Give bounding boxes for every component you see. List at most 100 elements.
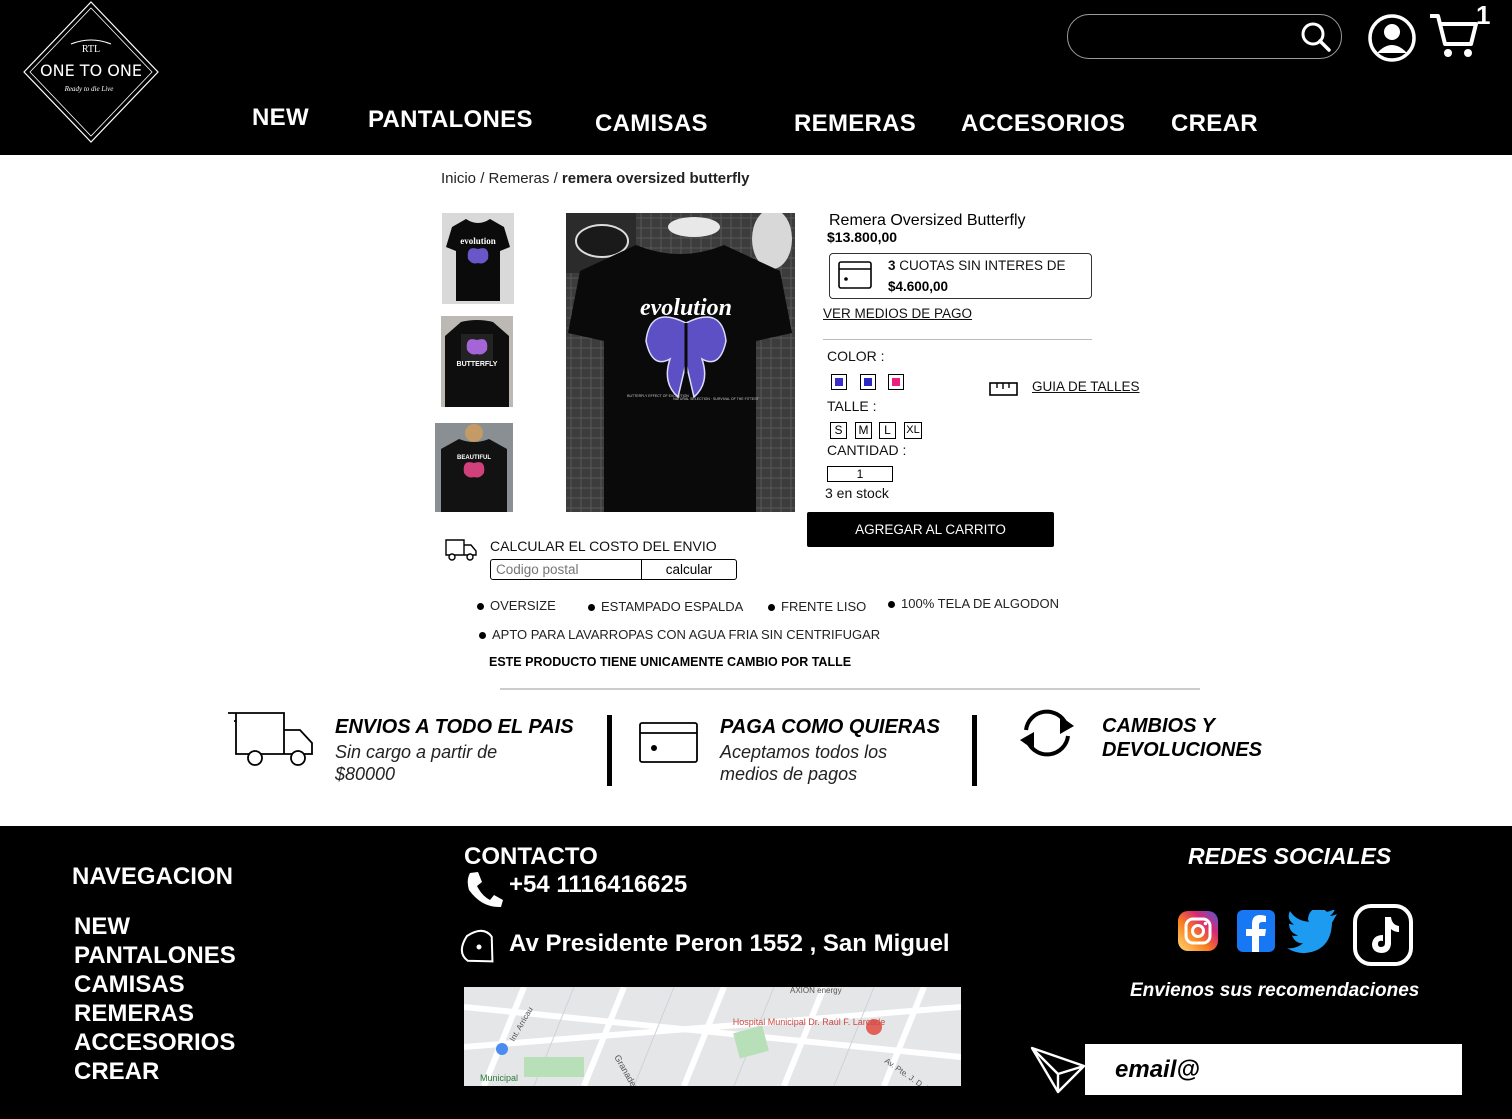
location-pin-icon: [460, 929, 494, 963]
refresh-arrows-icon: [1020, 709, 1074, 757]
breadcrumb-separator: /: [549, 170, 562, 187]
cart-icon[interactable]: [1428, 12, 1480, 60]
quantity-input[interactable]: [827, 466, 893, 482]
search-bar[interactable]: [1067, 14, 1342, 59]
size-option-xl[interactable]: XL: [904, 422, 922, 439]
color-swatch[interactable]: [888, 374, 904, 390]
size-option-m[interactable]: M: [855, 422, 872, 439]
map-image: Hospital Municipal Dr. Raúl F. Larcade G…: [464, 987, 961, 1086]
contact-address: Av Presidente Peron 1552 , San Miguel: [509, 930, 950, 957]
contact-phone[interactable]: +54 1116416625: [509, 871, 687, 899]
payment-methods-link[interactable]: VER MEDIOS DE PAGO: [823, 306, 972, 321]
delivery-truck-icon: [445, 539, 477, 561]
thumbnail-3[interactable]: BEAUTIFUL: [435, 423, 513, 512]
tshirt-model-back-image: BEAUTIFUL: [435, 423, 513, 512]
brand-logo[interactable]: RTL ONE TO ONE Ready to die Live: [0, 0, 183, 155]
nav-accesorios[interactable]: ACCESORIOS: [961, 110, 1125, 138]
site-footer: NAVEGACION NEW PANTALONES CAMISAS REMERA…: [0, 826, 1512, 1119]
footer-nav-pantalones[interactable]: PANTALONES: [74, 942, 236, 970]
credit-card-icon: [838, 261, 872, 289]
benefit-separator: [607, 715, 612, 786]
installments-count: 3: [888, 258, 896, 273]
stock-text: 3 en stock: [825, 485, 889, 501]
feature-item: OVERSIZE: [477, 598, 556, 613]
thumb-word: evolution: [460, 236, 496, 246]
product-price: $13.800,00: [827, 229, 898, 245]
site-header: RTL ONE TO ONE Ready to die Live NEW PAN…: [0, 0, 1512, 155]
size-label: TALLE :: [827, 398, 877, 414]
logo-diamond-icon: RTL ONE TO ONE Ready to die Live: [23, 1, 159, 143]
quantity-label: CANTIDAD :: [827, 442, 907, 458]
calculate-shipping-button[interactable]: calcular: [642, 560, 736, 579]
installments-label: CUOTAS SIN INTERES DE: [895, 258, 1066, 273]
color-label: COLOR :: [827, 348, 885, 364]
user-account-icon[interactable]: [1366, 13, 1418, 63]
benefit-title: ENVIOS A TODO EL PAIS: [335, 716, 574, 738]
breadcrumb-current: remera oversized butterfly: [561, 170, 750, 187]
cart-count-badge: 1: [1476, 0, 1491, 30]
feature-item: 100% TELA DE ALGODON: [888, 596, 1059, 611]
main-print-caption: NATURAL SELECTION · SURVIVAL OF THE FITT…: [673, 397, 759, 401]
breadcrumb-category[interactable]: Remeras: [489, 170, 550, 187]
benefit-title: PAGA COMO QUIERAS: [720, 716, 941, 738]
newsletter-text: Envienos sus recomendaciones: [1130, 980, 1420, 1001]
benefit-subtitle: Sin cargo a partir de $80000: [335, 742, 498, 784]
benefit-subtitle: Aceptamos todos los medios de pagos: [720, 742, 888, 784]
contact-title: CONTACTO: [464, 843, 598, 870]
installments-box: 3 CUOTAS SIN INTERES DE $4.600,00: [829, 253, 1092, 299]
size-option-s[interactable]: S: [830, 422, 847, 439]
installments-amount: $4.600,00: [888, 279, 949, 294]
installments-text: 3 CUOTAS SIN INTERES DE: [888, 258, 1066, 273]
facebook-icon[interactable]: [1236, 909, 1276, 953]
footer-nav-crear[interactable]: CREAR: [74, 1058, 159, 1086]
footer-nav-title: NAVEGACION: [72, 863, 233, 890]
nav-remeras[interactable]: REMERAS: [794, 110, 916, 138]
search-icon[interactable]: [1300, 21, 1332, 53]
color-swatch[interactable]: [860, 374, 876, 390]
breadcrumb: Inicio / Remeras / remera oversized butt…: [441, 170, 750, 187]
add-to-cart-button[interactable]: AGREGAR AL CARRITO: [807, 512, 1054, 547]
send-paper-plane-icon[interactable]: [1030, 1044, 1086, 1094]
footer-nav-remeras[interactable]: REMERAS: [74, 1000, 194, 1028]
postal-code-input[interactable]: [491, 560, 642, 579]
thumbnail-1[interactable]: evolution: [442, 213, 514, 304]
shipping-calc-label: CALCULAR EL COSTO DEL ENVIO: [490, 538, 717, 554]
tiktok-icon[interactable]: [1353, 904, 1413, 966]
truck-icon: [228, 712, 313, 766]
size-guide-link[interactable]: GUIA DE TALLES: [1032, 379, 1140, 394]
footer-nav-camisas[interactable]: CAMISAS: [74, 971, 185, 999]
map-label: Hospital Municipal Dr. Raúl F. Larcade: [733, 1017, 886, 1027]
footer-nav-new[interactable]: NEW: [74, 913, 130, 941]
logo-brand: ONE TO ONE: [40, 61, 142, 80]
map-label: Municipal: [480, 1073, 518, 1083]
breadcrumb-home[interactable]: Inicio: [441, 170, 476, 187]
location-map[interactable]: Hospital Municipal Dr. Raúl F. Larcade G…: [464, 987, 961, 1086]
map-label: AXION energy: [790, 987, 842, 995]
divider: [823, 339, 1092, 340]
newsletter-email-input[interactable]: [1085, 1044, 1462, 1095]
feature-item: FRENTE LISO: [768, 599, 866, 614]
search-input[interactable]: [1084, 23, 1289, 51]
thumbnail-2[interactable]: BUTTERFLY: [441, 316, 513, 407]
nav-new[interactable]: NEW: [252, 104, 309, 132]
breadcrumb-separator: /: [476, 170, 489, 187]
section-divider: [500, 688, 1200, 690]
tshirt-main-image: evolution BUTTERFLY EFFECT OF EVOLUTION …: [566, 213, 795, 512]
phone-icon: [467, 872, 503, 908]
color-swatch[interactable]: [831, 374, 847, 390]
main-product-image[interactable]: evolution BUTTERFLY EFFECT OF EVOLUTION …: [566, 213, 795, 512]
twitter-icon[interactable]: [1286, 910, 1338, 954]
nav-pantalones[interactable]: PANTALONES: [368, 106, 533, 134]
product-name: Remera Oversized Butterfly: [829, 212, 1026, 229]
credit-card-icon: [639, 722, 698, 763]
main-print-word: evolution: [640, 295, 732, 321]
logo-tagline: Ready to die Live: [64, 85, 114, 93]
size-option-l[interactable]: L: [879, 422, 896, 439]
nav-camisas[interactable]: CAMISAS: [595, 110, 708, 138]
social-title: REDES SOCIALES: [1188, 843, 1392, 869]
postal-code-form: calcular: [490, 559, 737, 580]
instagram-icon[interactable]: [1177, 910, 1219, 952]
footer-nav-accesorios[interactable]: ACCESORIOS: [74, 1029, 235, 1057]
nav-crear[interactable]: CREAR: [1171, 110, 1258, 138]
benefit-title: CAMBIOS Y DEVOLUCIONES: [1102, 715, 1263, 761]
